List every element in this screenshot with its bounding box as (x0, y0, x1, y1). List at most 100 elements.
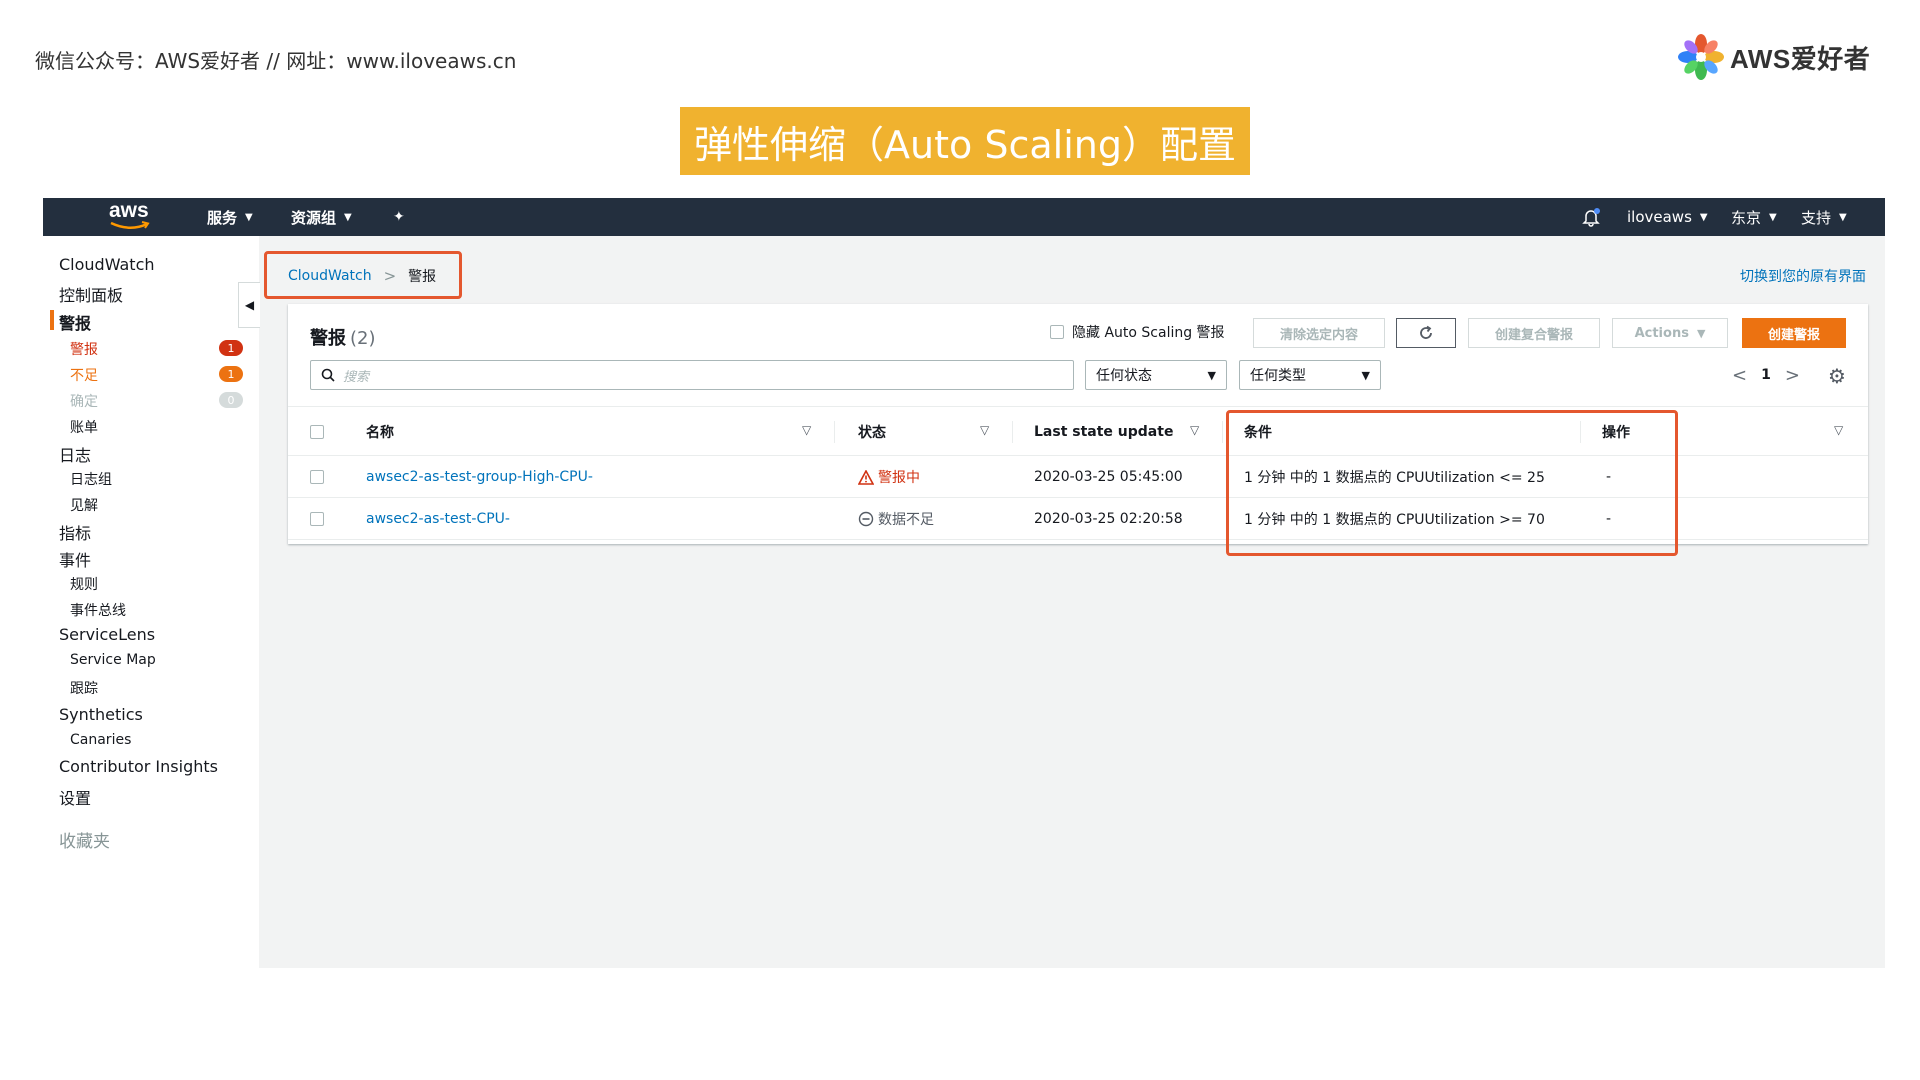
last-update-cell: 2020-03-25 05:45:00 (1034, 469, 1183, 485)
insufficient-count-badge: 1 (219, 366, 243, 382)
resource-groups-menu[interactable]: 资源组 ▼ (291, 198, 352, 236)
panel-title: 警报 (2) (310, 324, 376, 350)
account-menu[interactable]: iloveaws ▼ (1627, 198, 1708, 236)
sidebar-item-traces[interactable]: 跟踪 (70, 678, 98, 698)
sidebar-item-metrics[interactable]: 指标 (59, 520, 91, 544)
refresh-button[interactable] (1396, 318, 1456, 348)
chevron-down-icon: ▼ (245, 211, 253, 223)
collapse-sidebar-button[interactable]: ◀ (238, 282, 260, 328)
sidebar-item-in-alarm[interactable]: 警报 (70, 339, 98, 359)
sort-icon[interactable]: ▽ (980, 423, 989, 437)
row-select-cell (310, 456, 324, 498)
region-menu[interactable]: 东京 ▼ (1731, 198, 1777, 236)
alarm-state: 数据不足 (858, 498, 934, 540)
sidebar-item-event-buses[interactable]: 事件总线 (70, 600, 126, 620)
hide-autoscaling-toggle[interactable]: 隐藏 Auto Scaling 警报 (1050, 322, 1225, 342)
gear-icon[interactable]: ⚙ (1828, 364, 1846, 388)
sidebar-item-logs[interactable]: 日志 (59, 442, 91, 466)
alarm-state-text: 数据不足 (878, 512, 934, 528)
type-filter-value: 任何类型 (1250, 368, 1306, 384)
aws-logo[interactable]: aws (105, 199, 155, 232)
state-filter-select[interactable]: 任何状态 ▼ (1085, 360, 1227, 390)
account-label: iloveaws (1627, 208, 1692, 226)
alarm-name-link[interactable]: awsec2-as-test-group-High-CPU- (366, 456, 593, 498)
clear-selection-button[interactable]: 清除选定内容 (1253, 318, 1385, 348)
caret-left-icon: ◀ (244, 298, 255, 312)
panel-title-text: 警报 (310, 328, 346, 349)
header-last-update[interactable]: Last state update (1034, 407, 1173, 457)
hide-autoscaling-label: 隐藏 Auto Scaling 警报 (1072, 325, 1225, 341)
alarm-count: (2) (350, 328, 376, 349)
alarm-name-link[interactable]: awsec2-as-test-CPU- (366, 498, 510, 540)
sidebar-item-contributor-insights[interactable]: Contributor Insights (59, 757, 218, 776)
search-input[interactable]: 搜索 (310, 360, 1074, 390)
hide-autoscaling-checkbox[interactable] (1050, 325, 1064, 339)
sidebar-item-billing[interactable]: 账单 (70, 417, 98, 437)
sidebar-item-log-groups[interactable]: 日志组 (70, 469, 112, 489)
alarm-state: 警报中 (858, 456, 920, 498)
sidebar-item-dashboard[interactable]: 控制面板 (59, 282, 123, 306)
create-alarm-button[interactable]: 创建警报 (1742, 318, 1846, 348)
header-state[interactable]: 状态 (858, 407, 886, 457)
create-composite-alarm-button[interactable]: 创建复合警报 (1468, 318, 1600, 348)
next-page-icon[interactable]: > (1785, 365, 1800, 386)
type-filter-select[interactable]: 任何类型 ▼ (1239, 360, 1381, 390)
services-label: 服务 (207, 208, 238, 227)
search-icon (321, 368, 335, 382)
bell-icon (1582, 208, 1600, 227)
resource-groups-label: 资源组 (291, 208, 337, 227)
actions-dropdown[interactable]: Actions ▼ (1612, 318, 1728, 348)
last-update-cell: 2020-03-25 02:20:58 (1034, 511, 1183, 527)
header-name[interactable]: 名称 (366, 407, 394, 457)
support-menu[interactable]: 支持 ▼ (1801, 198, 1847, 236)
select-all-cell (310, 407, 324, 457)
state-filter-value: 任何状态 (1096, 368, 1152, 384)
sidebar-item-favorites[interactable]: 收藏夹 (59, 827, 110, 852)
sidebar-item-alarms[interactable]: 警报 (59, 310, 91, 334)
switch-to-old-ui-link[interactable]: 切换到您的原有界面 (1740, 266, 1866, 286)
caret-down-icon: ▼ (1207, 368, 1216, 382)
slide-caption: 微信公众号：AWS爱好者 // 网址：www.iloveaws.cn (35, 49, 517, 73)
sidebar-item-insufficient[interactable]: 不足 (70, 365, 98, 385)
sidebar-item-cloudwatch[interactable]: CloudWatch (59, 255, 155, 274)
sidebar-item-events[interactable]: 事件 (59, 547, 91, 571)
aws-smile-icon (110, 221, 150, 229)
chevron-down-icon: ▼ (344, 211, 352, 223)
active-indicator (50, 310, 54, 330)
sidebar-item-service-map[interactable]: Service Map (70, 652, 156, 668)
caret-down-icon: ▼ (1361, 368, 1370, 382)
column-divider (1222, 421, 1223, 443)
chevron-down-icon: ▼ (1699, 211, 1708, 223)
ok-count-badge: 0 (219, 392, 243, 408)
sort-icon[interactable]: ▽ (802, 423, 811, 437)
sidebar-item-insights[interactable]: 见解 (70, 495, 98, 515)
row-checkbox[interactable] (310, 470, 324, 484)
notifications-bell[interactable] (1581, 198, 1601, 236)
current-page[interactable]: 1 (1761, 367, 1771, 383)
pagination: < 1 > (1718, 360, 1814, 390)
services-menu[interactable]: 服务 ▼ (207, 198, 253, 236)
prev-page-icon[interactable]: < (1732, 365, 1747, 386)
sidebar-item-rules[interactable]: 规则 (70, 574, 98, 594)
support-label: 支持 (1801, 208, 1832, 227)
column-settings-icon[interactable]: ▽ (1834, 423, 1843, 437)
sidebar-item-servicelens[interactable]: ServiceLens (59, 625, 155, 644)
row-checkbox[interactable] (310, 512, 324, 526)
alarm-state-text: 警报中 (878, 470, 920, 486)
aws-logo-text: aws (109, 199, 149, 222)
slide-title: 弹性伸缩（Auto Scaling）配置 (680, 107, 1250, 175)
sidebar-item-synthetics[interactable]: Synthetics (59, 705, 143, 724)
select-all-checkbox[interactable] (310, 425, 324, 439)
flower-logo-icon (1678, 34, 1724, 80)
pin-icon[interactable]: ✦ (393, 198, 405, 236)
breadcrumb-highlight-box (264, 251, 462, 299)
brand-logo: AWS爱好者 (1676, 32, 1870, 82)
refresh-icon (1420, 325, 1432, 339)
sidebar-item-canaries[interactable]: Canaries (70, 732, 131, 748)
sort-icon[interactable]: ▽ (1190, 423, 1199, 437)
logo-text: AWS爱好者 (1730, 43, 1871, 74)
sidebar: CloudWatch 控制面板 警报 警报 1 不足 1 确定 0 账单 日志 … (43, 236, 259, 968)
sidebar-item-settings[interactable]: 设置 (59, 785, 91, 809)
sidebar-item-ok[interactable]: 确定 (70, 391, 98, 411)
actions-label: Actions (1634, 325, 1689, 341)
